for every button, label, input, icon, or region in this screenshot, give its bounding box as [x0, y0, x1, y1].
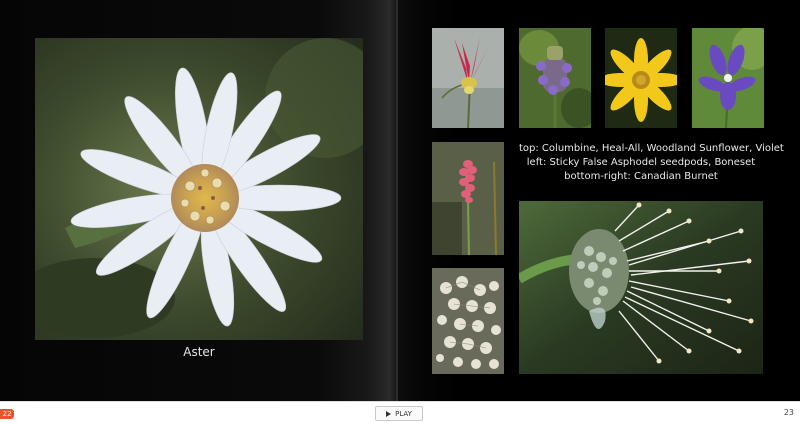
right-page-number[interactable]: 23 — [784, 408, 794, 417]
left-page[interactable]: Aster — [0, 0, 398, 401]
aster-photo — [35, 38, 363, 340]
columbine-photo — [432, 28, 504, 128]
boneset-photo — [432, 268, 504, 374]
canadian-burnet-photo — [519, 201, 763, 374]
woodland-sunflower-photo — [605, 28, 677, 128]
viewer-footer: 22 PLAY 23 — [0, 401, 800, 423]
sticky-false-asphodel-photo — [432, 142, 504, 255]
violet-photo — [692, 28, 764, 128]
play-label: PLAY — [395, 409, 412, 418]
caption-line-top: top: Columbine, Heal-All, Woodland Sunfl… — [519, 143, 784, 154]
play-icon — [386, 410, 392, 417]
play-button[interactable]: PLAY — [375, 406, 423, 421]
heal-all-photo — [519, 28, 591, 128]
caption-line-left: left: Sticky False Asphodel seedpods, Bo… — [526, 157, 756, 168]
caption-line-bottom-right: bottom-right: Canadian Burnet — [564, 171, 718, 182]
left-page-number-badge[interactable]: 22 — [0, 409, 14, 419]
photo-book-spread: Aster top: Columbine, Heal-All, Woodland… — [0, 0, 800, 401]
right-page-caption: top: Columbine, Heal-All, Woodland Sunfl… — [519, 142, 784, 184]
aster-caption: Aster — [183, 345, 215, 359]
